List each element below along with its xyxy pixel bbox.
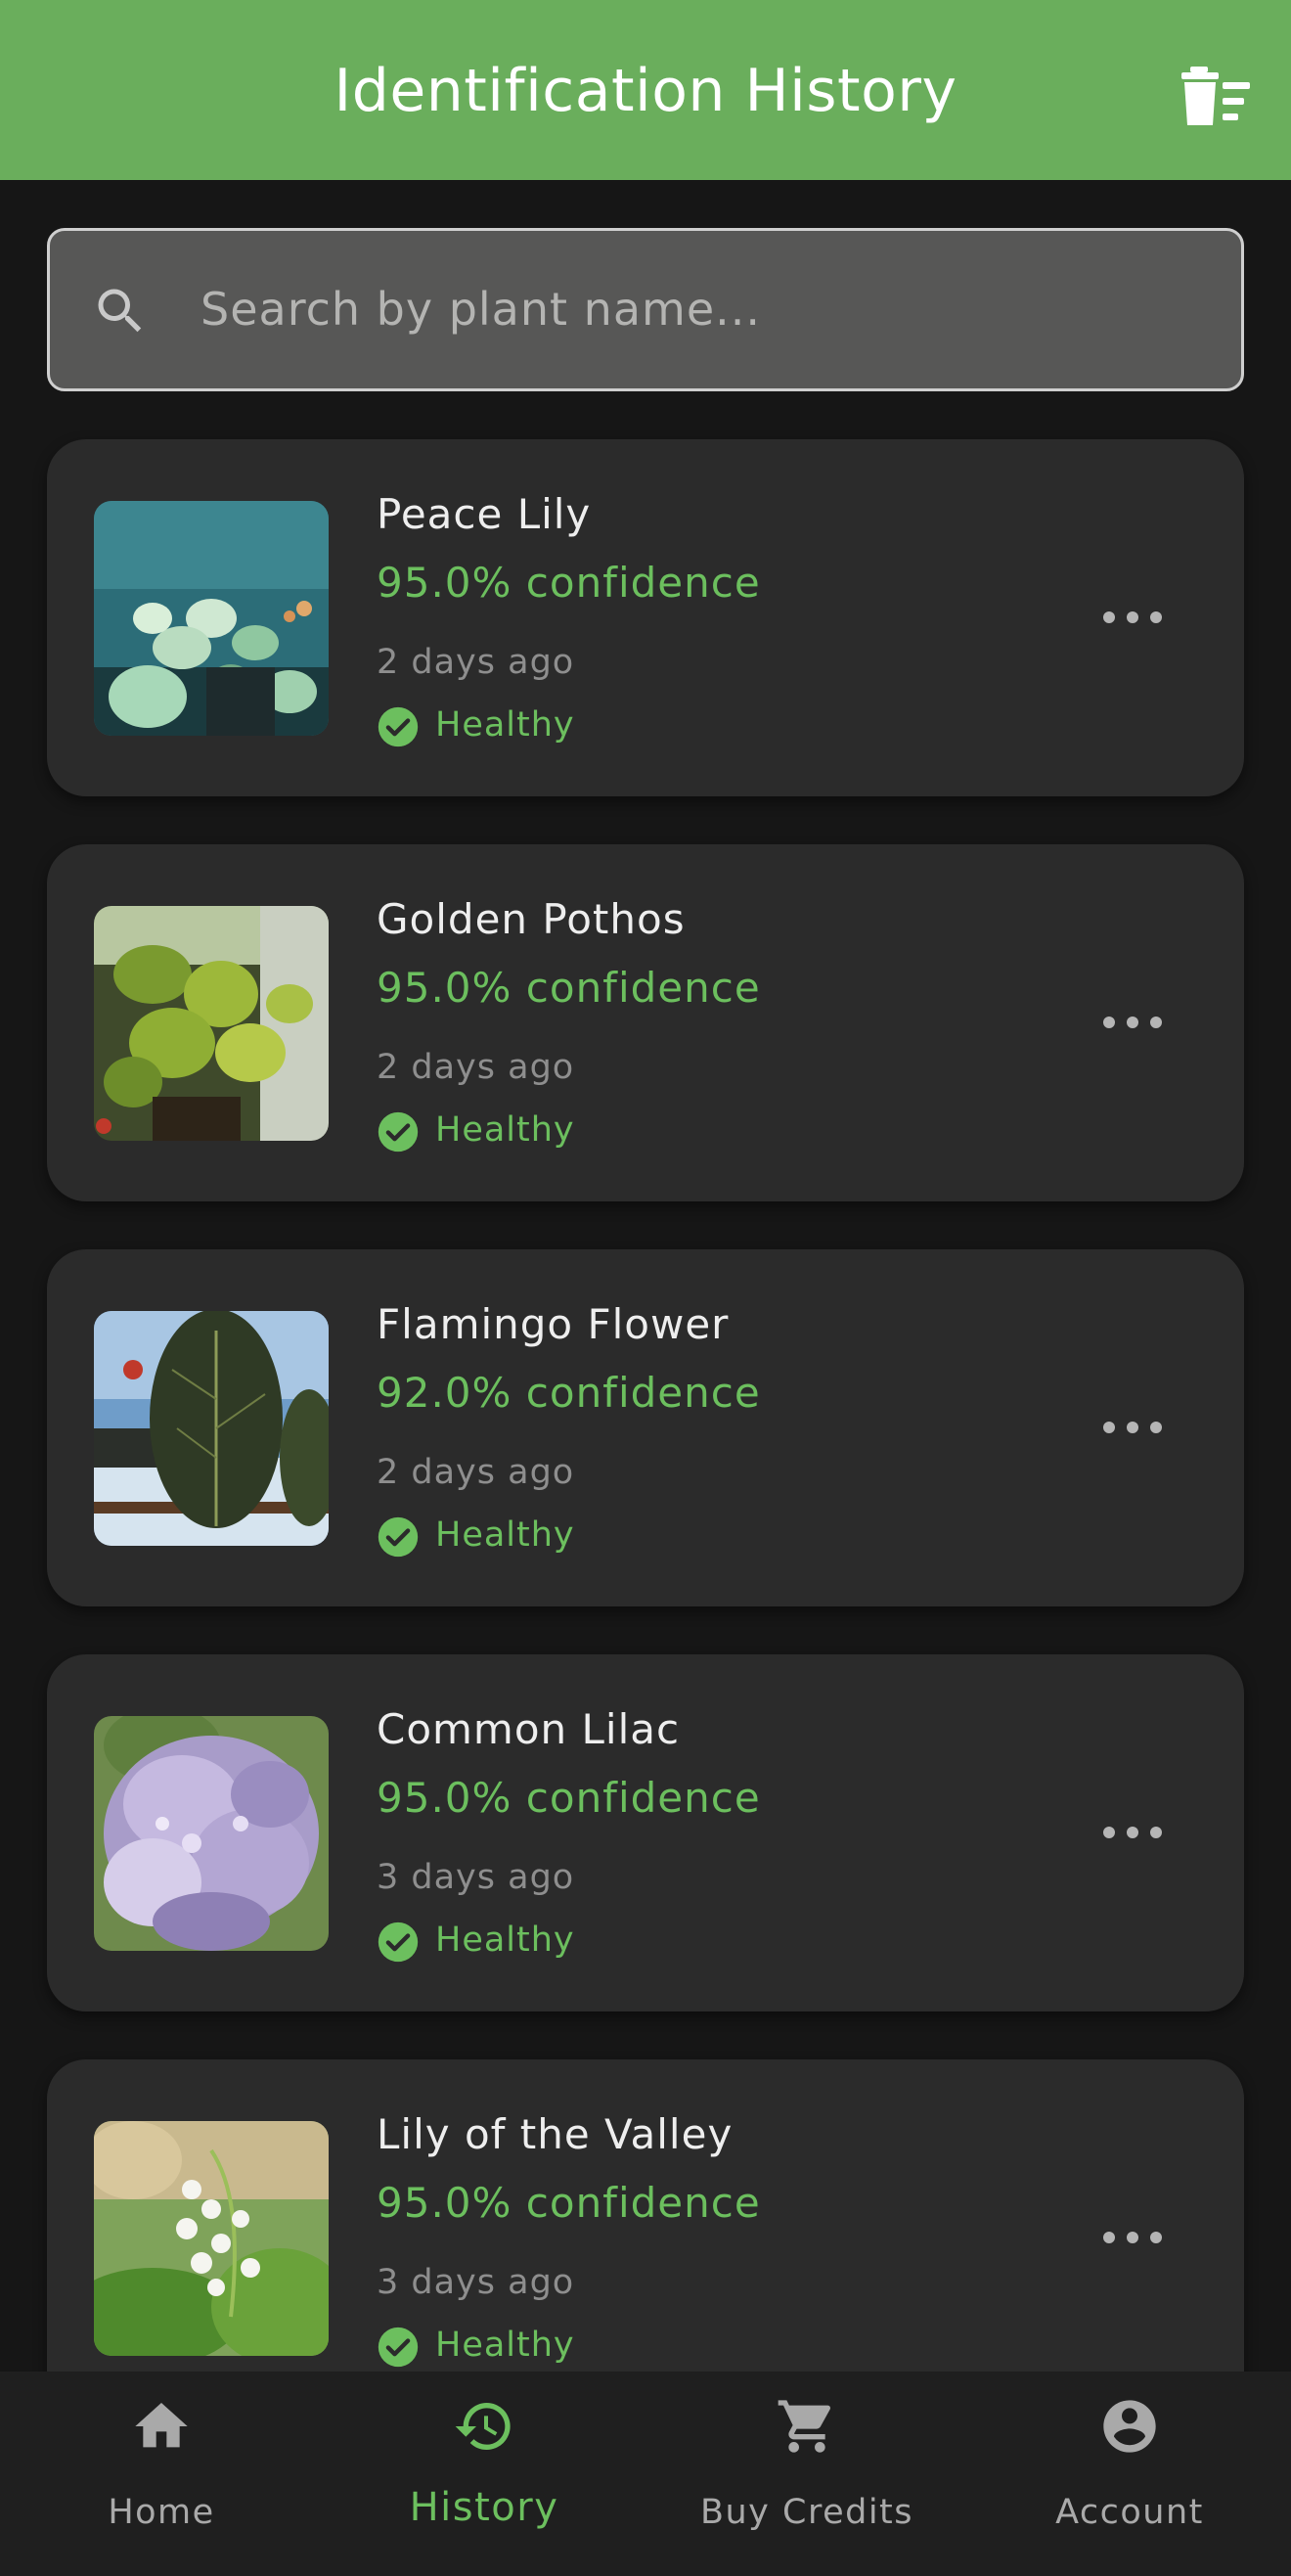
history-card[interactable]: Flamingo Flower 92.0% confidence 2 days … [47,1249,1244,1606]
check-circle-icon [378,2327,419,2368]
nav-item-history[interactable]: History [323,2372,646,2576]
nav-item-account[interactable]: Account [968,2372,1291,2576]
home-icon [135,2403,188,2448]
health-status: Healthy [435,1110,575,1150]
confidence-score: 92.0% confidence [377,1369,761,1417]
confidence-score: 95.0% confidence [377,1774,761,1822]
nav-label: Account [1055,2493,1204,2532]
nav-label: Buy Credits [699,2493,914,2532]
history-card[interactable]: Peace Lily 95.0% confidence 2 days ago H… [47,439,1244,796]
more-horizontal-icon[interactable] [1093,1406,1172,1449]
identified-time: 3 days ago [377,2263,575,2302]
plant-thumbnail [94,501,329,736]
plant-thumbnail [94,1311,329,1546]
more-horizontal-icon[interactable] [1093,1001,1172,1044]
cart-icon [778,2400,831,2453]
confidence-score: 95.0% confidence [377,559,761,607]
check-circle-icon [378,1516,419,1558]
search-icon [98,289,142,333]
plant-name: Golden Pothos [377,895,686,943]
history-card[interactable]: Common Lilac 95.0% confidence 3 days ago… [47,1654,1244,2011]
check-circle-icon [378,706,419,747]
identified-time: 2 days ago [377,643,575,682]
more-horizontal-icon[interactable] [1093,1811,1172,1854]
identified-time: 2 days ago [377,1453,575,1492]
account-circle-icon [1103,2400,1156,2453]
app-header: Identification History [0,0,1291,180]
delete-sweep-icon [1181,67,1250,125]
history-card[interactable]: Lily of the Valley 95.0% confidence 3 da… [47,2059,1244,2417]
bottom-navigation: Home History Buy Credits Account [0,2372,1291,2576]
history-card[interactable]: Golden Pothos 95.0% confidence 2 days ag… [47,844,1244,1201]
check-circle-icon [378,1111,419,1152]
nav-label: History [409,2485,559,2530]
plant-name: Peace Lily [377,490,592,538]
history-list: Peace Lily 95.0% confidence 2 days ago H… [47,439,1244,2464]
plant-name: Common Lilac [377,1705,681,1753]
page-title: Identification History [334,57,957,125]
more-horizontal-icon[interactable] [1093,2216,1172,2259]
health-status: Healthy [435,2326,575,2365]
plant-thumbnail [94,906,329,1141]
confidence-score: 95.0% confidence [377,964,761,1012]
health-status: Healthy [435,1921,575,1960]
nav-item-home[interactable]: Home [0,2372,323,2576]
search-input[interactable] [200,260,1198,358]
health-status: Healthy [435,1515,575,1555]
history-icon [455,2403,511,2450]
nav-item-buy-credits[interactable]: Buy Credits [646,2372,968,2576]
health-status: Healthy [435,705,575,745]
identified-time: 3 days ago [377,1858,575,1897]
check-circle-icon [378,1921,419,1963]
confidence-score: 95.0% confidence [377,2179,761,2227]
nav-label: Home [108,2493,215,2532]
search-bar[interactable] [47,228,1244,391]
identified-time: 2 days ago [377,1048,575,1087]
plant-thumbnail [94,1716,329,1951]
plant-name: Flamingo Flower [377,1300,730,1348]
clear-history-button[interactable] [1181,67,1250,125]
plant-thumbnail [94,2121,329,2356]
plant-name: Lily of the Valley [377,2110,734,2158]
more-horizontal-icon[interactable] [1093,596,1172,639]
